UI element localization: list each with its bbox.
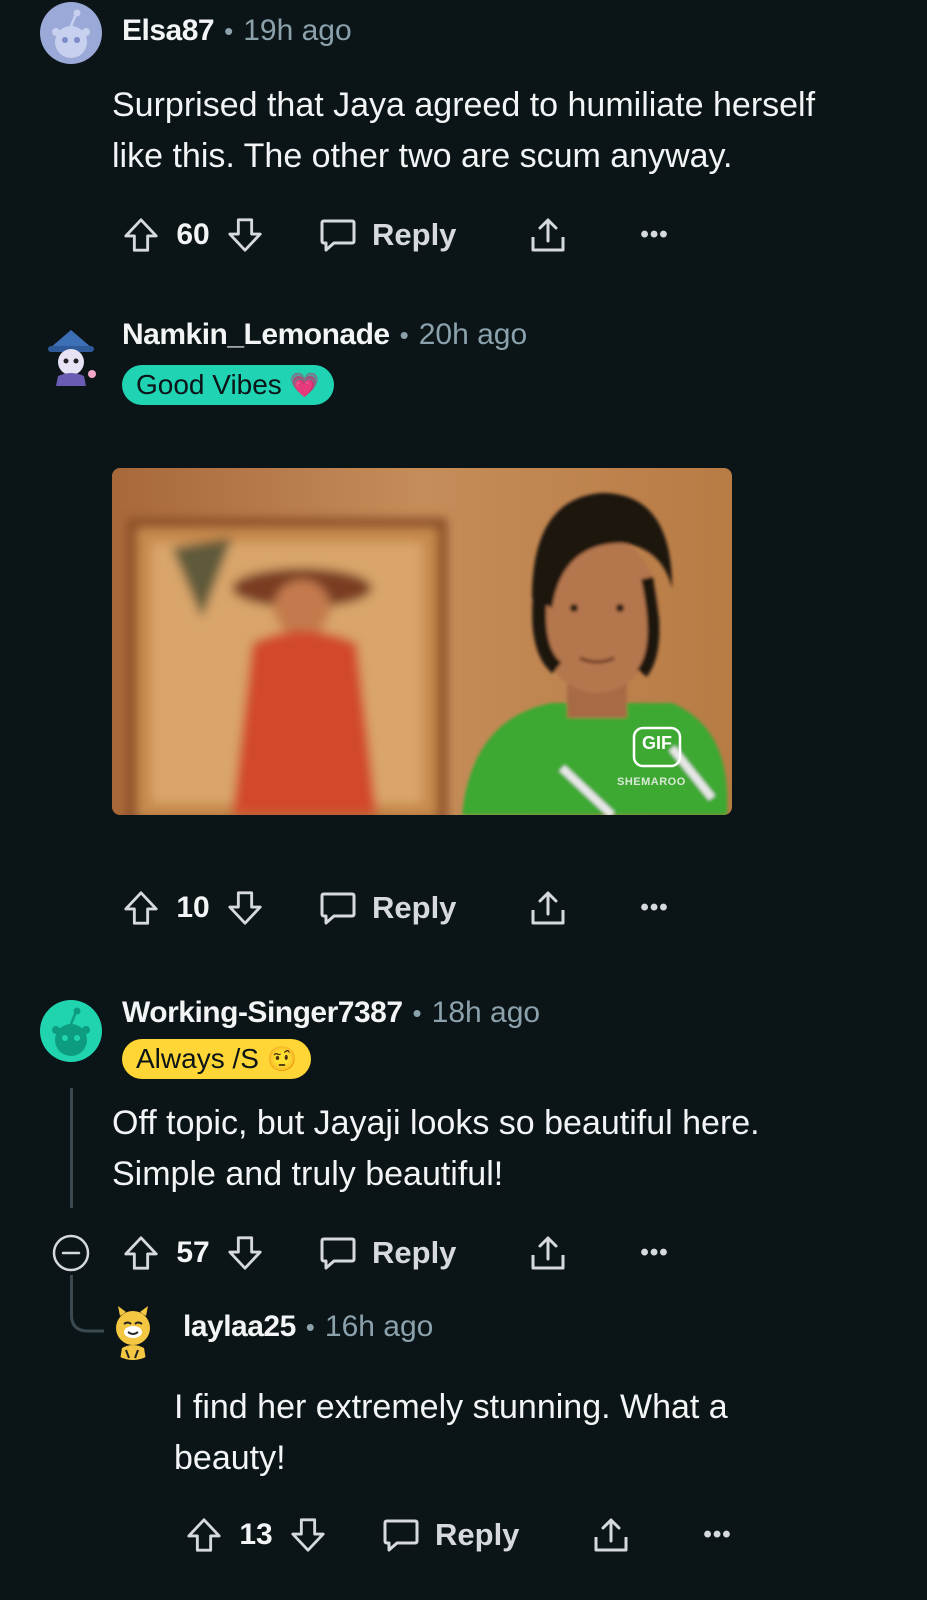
separator-dot: • (412, 998, 422, 1028)
tiger-snoo-avatar-icon (116, 1306, 150, 1360)
downvote-icon[interactable] (226, 889, 264, 927)
share-icon[interactable] (528, 215, 568, 255)
gif-embed[interactable]: GIF SHEMAROO (112, 468, 732, 815)
upvote-icon[interactable] (185, 1516, 223, 1554)
collapse-icon[interactable] (51, 1233, 91, 1278)
reply-label: Reply (372, 890, 457, 925)
share-icon[interactable] (528, 1233, 568, 1273)
downvote-icon[interactable] (226, 1234, 264, 1272)
avatar[interactable] (40, 2, 102, 64)
reply-label: Reply (435, 1517, 520, 1552)
reply-button[interactable]: Reply (318, 1233, 456, 1273)
separator-dot: • (224, 16, 234, 46)
reply-button[interactable]: Reply (318, 215, 456, 255)
more-icon[interactable]: ••• (640, 894, 668, 922)
flair-text: Good Vibes (136, 369, 282, 400)
comment-actions: 13 Reply ••• (185, 1510, 732, 1560)
avatar[interactable] (40, 1000, 102, 1062)
timestamp: 20h ago (418, 318, 528, 351)
thread-line[interactable] (70, 1088, 73, 1208)
separator-dot: • (399, 320, 409, 350)
separator-dot: • (305, 1312, 315, 1342)
upvote-icon[interactable] (122, 889, 160, 927)
comment-icon (318, 215, 358, 255)
comment-actions: 57 Reply ••• (122, 1228, 669, 1278)
share-icon[interactable] (528, 888, 568, 928)
reply-label: Reply (372, 217, 457, 252)
gif-badge: GIF (642, 733, 672, 753)
username[interactable]: laylaa25 (183, 1310, 296, 1344)
user-flair: Always /S 🤨 (122, 1039, 311, 1079)
vote-score: 13 (239, 1518, 273, 1551)
comment-icon (318, 1233, 358, 1273)
user-flair: Good Vibes 💗 (122, 365, 334, 405)
vote-score: 60 (176, 218, 210, 251)
custom-snoo-avatar-icon (48, 330, 96, 386)
upvote-icon[interactable] (122, 216, 160, 254)
downvote-icon[interactable] (226, 216, 264, 254)
more-icon[interactable]: ••• (640, 1239, 668, 1267)
comment-body: Surprised that Jaya agreed to humiliate … (112, 86, 816, 175)
upvote-icon[interactable] (122, 1234, 160, 1272)
downvote-icon[interactable] (289, 1516, 327, 1554)
comment-actions: 60 Reply ••• (122, 210, 669, 260)
avatar[interactable] (40, 326, 102, 388)
reply-button[interactable]: Reply (381, 1515, 519, 1555)
comment-body: I find her extremely stunning. What a be… (174, 1388, 728, 1477)
raised-eyebrow-emoji-icon: 🤨 (266, 1045, 297, 1073)
timestamp: 18h ago (431, 996, 541, 1029)
flair-text: Always /S (136, 1043, 259, 1074)
share-icon[interactable] (591, 1515, 631, 1555)
username[interactable]: Working-Singer7387 (122, 996, 403, 1030)
reply-button[interactable]: Reply (318, 888, 456, 928)
username[interactable]: Namkin_Lemonade (122, 318, 390, 352)
timestamp: 16h ago (324, 1310, 434, 1343)
vote-score: 57 (176, 1236, 210, 1269)
comment-icon (381, 1515, 421, 1555)
vote-score: 10 (176, 891, 210, 924)
more-icon[interactable]: ••• (703, 1521, 731, 1549)
username[interactable]: Elsa87 (122, 14, 215, 48)
snoo-avatar-icon (52, 1007, 90, 1056)
comment-header: laylaa25 • 16h ago (183, 1310, 433, 1344)
snoo-avatar-icon (52, 9, 90, 58)
heart-emoji-icon: 💗 (289, 371, 320, 399)
comment-header: Namkin_Lemonade • 20h ago (122, 318, 527, 352)
comment-icon (318, 888, 358, 928)
comment-header: Working-Singer7387 • 18h ago (122, 996, 540, 1030)
comment-actions: 10 Reply ••• (122, 883, 669, 933)
gif-image (112, 468, 732, 815)
gif-watermark: SHEMAROO (617, 776, 686, 788)
comment-body: Off topic, but Jayaji looks so beautiful… (112, 1104, 760, 1193)
avatar[interactable] (104, 1302, 162, 1360)
more-icon[interactable]: ••• (640, 221, 668, 249)
reply-label: Reply (372, 1235, 457, 1270)
timestamp: 19h ago (243, 14, 352, 47)
comment-header: Elsa87 • 19h ago (122, 14, 352, 48)
